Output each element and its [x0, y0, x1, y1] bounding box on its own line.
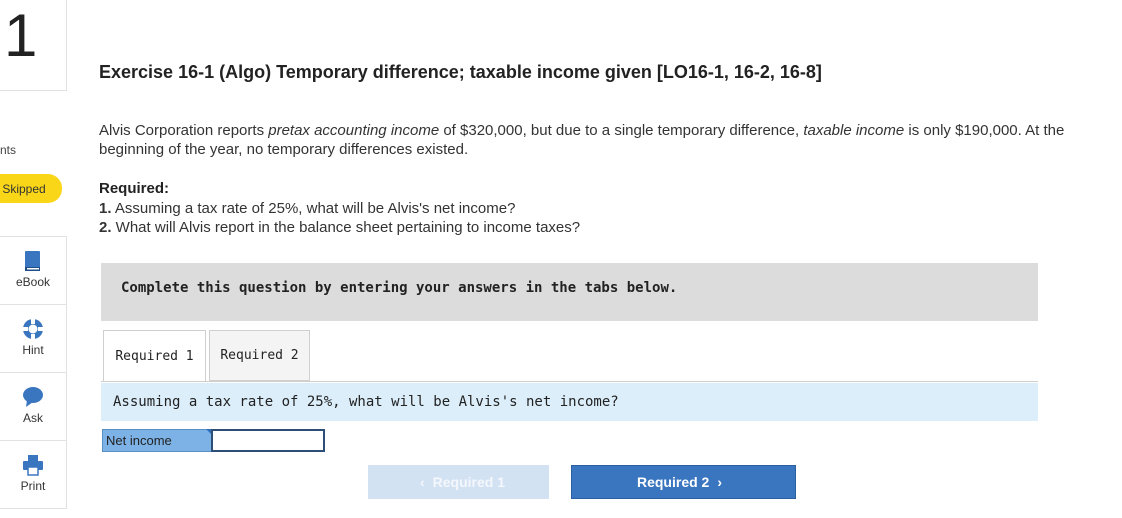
required-item-number: 2.: [99, 219, 112, 236]
required-item: 1. Assuming a tax rate of 25%, what will…: [99, 200, 515, 217]
tab-divider: [101, 381, 1038, 382]
problem-term-1: pretax accounting income: [268, 122, 440, 139]
required-item-text: Assuming a tax rate of 25%, what will be…: [111, 200, 516, 217]
instruction-banner: Complete this question by entering your …: [101, 263, 1038, 321]
required-heading: Required:: [99, 180, 170, 197]
print-label: Print: [20, 479, 46, 493]
lifebuoy-icon: [0, 318, 66, 340]
points-label: nts: [0, 143, 17, 157]
required-item-text: What will Alvis report in the balance sh…: [111, 219, 581, 236]
tool-list: eBook Hint Ask Print: [0, 236, 67, 509]
sidebar: 1 nts Skipped eBook Hint Ask Print: [0, 0, 68, 518]
question-text: Assuming a tax rate of 25%, what will be…: [113, 394, 619, 410]
ebook-label: eBook: [15, 275, 51, 289]
instruction-text: Complete this question by entering your …: [121, 280, 678, 296]
problem-text-2: of $320,000, but due to a single tempora…: [439, 122, 804, 139]
problem-text-1: Alvis Corporation reports: [99, 122, 269, 139]
chevron-left-icon: ‹: [419, 474, 425, 490]
ask-label: Ask: [22, 411, 43, 425]
next-button-label: Required 2: [636, 474, 710, 490]
print-button[interactable]: Print: [0, 441, 67, 509]
previous-button-label: Required 1: [432, 474, 506, 490]
previous-button[interactable]: ‹ Required 1: [368, 465, 549, 499]
next-button[interactable]: Required 2 ›: [571, 465, 796, 499]
net-income-label: Net income: [102, 429, 212, 452]
hint-button[interactable]: Hint: [0, 305, 67, 373]
printer-icon: [0, 454, 66, 476]
tab-required-2[interactable]: Required 2: [209, 330, 310, 381]
problem-statement: Alvis Corporation reports pretax account…: [99, 121, 1099, 159]
status-badge: Skipped: [0, 174, 62, 203]
ask-button[interactable]: Ask: [0, 373, 67, 441]
question-prompt: Assuming a tax rate of 25%, what will be…: [101, 383, 1038, 421]
net-income-input[interactable]: [211, 429, 325, 452]
problem-term-2: taxable income: [803, 122, 905, 139]
tab-required-1[interactable]: Required 1: [103, 330, 206, 382]
question-number: 1: [4, 2, 38, 69]
question-number-box: 1: [0, 0, 67, 91]
exercise-title: Exercise 16-1 (Algo) Temporary differenc…: [99, 62, 822, 82]
required-item: 2. What will Alvis report in the balance…: [99, 219, 580, 236]
ebook-button[interactable]: eBook: [0, 237, 67, 305]
hint-label: Hint: [22, 343, 44, 357]
book-icon: [0, 250, 66, 272]
chat-bubble-icon: [0, 386, 66, 408]
chevron-right-icon: ›: [717, 474, 723, 490]
required-item-number: 1.: [99, 200, 112, 217]
